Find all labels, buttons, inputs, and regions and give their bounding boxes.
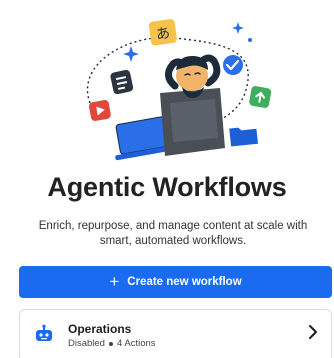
hero-illustration: あ [70, 8, 280, 163]
page-title: Agentic Workflows [47, 172, 287, 202]
workflow-actions-count: 4 Actions [116, 338, 156, 349]
workflow-illustration: あ [87, 19, 272, 161]
separator-dot [108, 341, 113, 346]
create-workflow-label: Create new workflow [127, 276, 242, 288]
robot-icon [36, 324, 52, 341]
create-workflow-button[interactable]: + Create new workflow [19, 266, 332, 298]
chevron-right-icon[interactable] [307, 324, 319, 340]
plus-icon: + [109, 271, 120, 291]
translation-glyph: あ [155, 25, 171, 43]
workflow-meta: Disabled 4 Actions [68, 338, 156, 349]
page-subtitle: Enrich, repurpose, and manage content at… [38, 220, 308, 247]
workflow-status: Disabled [68, 338, 105, 349]
workflow-name: Operations [68, 322, 132, 336]
workflow-card-operations[interactable]: Operations Disabled 4 Actions [19, 309, 332, 358]
